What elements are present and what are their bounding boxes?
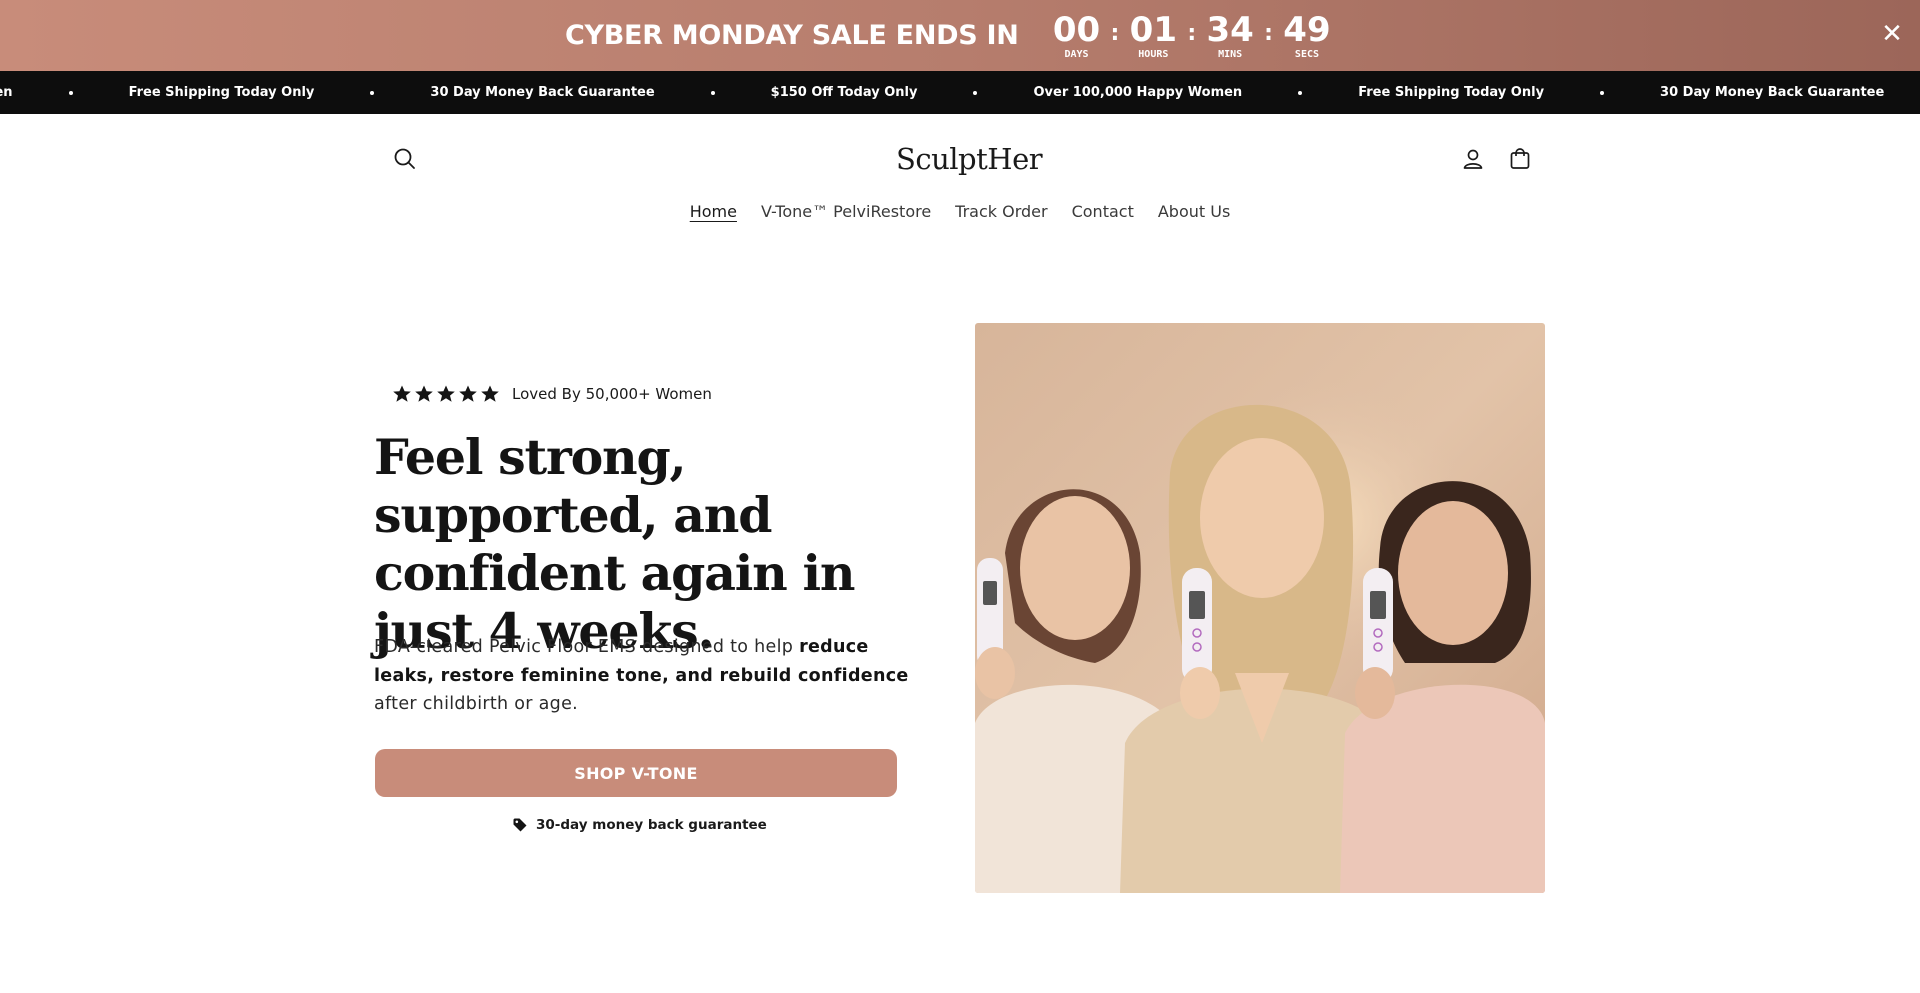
search-icon bbox=[394, 148, 415, 169]
close-icon: ✕ bbox=[1881, 19, 1903, 49]
sale-headline: CYBER MONDAY SALE ENDS IN bbox=[565, 20, 1019, 51]
timer-hours-value: 01 bbox=[1129, 10, 1177, 50]
hero-headline: Feel strong, supported, and confident ag… bbox=[374, 428, 855, 660]
star-icon bbox=[481, 385, 499, 402]
ticker-dot bbox=[68, 90, 73, 95]
timer-separator: : bbox=[1264, 21, 1273, 46]
close-announcement-button[interactable]: ✕ bbox=[1878, 20, 1906, 48]
ticker-item: Free Shipping Today Only bbox=[1358, 85, 1545, 100]
guarantee-note: 30-day money back guarantee bbox=[512, 817, 767, 833]
hero-photo-illustration bbox=[975, 323, 1545, 893]
star-icon bbox=[415, 385, 433, 402]
timer-days: 00 DAYS bbox=[1049, 11, 1105, 60]
ticker-item: Over 100,000 Happy Women bbox=[1033, 85, 1243, 100]
user-icon bbox=[1463, 149, 1483, 169]
rating-text: Loved By 50,000+ Women bbox=[512, 385, 712, 403]
hero-subcopy: FDA-cleared Pelvic Floor EMS designed to… bbox=[374, 633, 914, 719]
timer-mins: 34 MINS bbox=[1202, 11, 1258, 60]
hero-image bbox=[975, 323, 1545, 893]
nav-about-us[interactable]: About Us bbox=[1146, 202, 1242, 221]
ticker-item: $150 Off Today Only bbox=[770, 85, 918, 100]
search-button[interactable] bbox=[392, 146, 418, 172]
ticker-dot bbox=[1600, 90, 1605, 95]
account-button[interactable] bbox=[1460, 146, 1486, 172]
countdown-content: CYBER MONDAY SALE ENDS IN 00 DAYS : 01 H… bbox=[565, 11, 1335, 60]
timer-separator: : bbox=[1110, 21, 1120, 46]
timer-mins-label: MINS bbox=[1218, 49, 1243, 60]
tag-icon bbox=[513, 818, 527, 832]
site-logo[interactable]: SculptHer bbox=[896, 142, 1043, 178]
rating-row: Loved By 50,000+ Women bbox=[392, 384, 712, 404]
ticker-item: 30 Day Money Back Guarantee bbox=[1660, 85, 1885, 100]
timer-secs-value: 49 bbox=[1283, 10, 1331, 50]
nav-contact[interactable]: Contact bbox=[1060, 202, 1146, 221]
ticker-track: omen Free Shipping Today Only 30 Day Mon… bbox=[0, 71, 1920, 114]
timer-mins-value: 34 bbox=[1206, 10, 1254, 50]
nav-v-tone[interactable]: V-Tone™ PelviRestore bbox=[749, 202, 943, 221]
star-icon bbox=[437, 385, 455, 402]
ticker-item: Free Shipping Today Only bbox=[128, 85, 315, 100]
timer-secs-label: SECS bbox=[1294, 49, 1320, 60]
ticker-dot bbox=[710, 90, 715, 95]
ticker-item: omen bbox=[0, 85, 13, 100]
guarantee-text: 30-day money back guarantee bbox=[536, 817, 767, 833]
ticker-dot bbox=[973, 90, 978, 95]
nav-home[interactable]: Home bbox=[678, 202, 749, 221]
timer-hours-label: HOURS bbox=[1138, 49, 1169, 60]
timer-secs: 49 SECS bbox=[1279, 11, 1335, 60]
subcopy-outro: after childbirth or age. bbox=[374, 694, 579, 714]
timer-hours: 01 HOURS bbox=[1125, 11, 1181, 60]
countdown-announcement-bar: CYBER MONDAY SALE ENDS IN 00 DAYS : 01 H… bbox=[0, 0, 1920, 71]
nav-track-order[interactable]: Track Order bbox=[943, 202, 1059, 221]
ticker-dot bbox=[370, 90, 375, 95]
star-icon bbox=[393, 385, 411, 402]
main-nav: Home V-Tone™ PelviRestore Track Order Co… bbox=[0, 202, 1920, 221]
cart-button[interactable] bbox=[1507, 146, 1533, 172]
countdown-timer: 00 DAYS : 01 HOURS : 34 MINS : 49 SECS bbox=[1049, 11, 1335, 60]
star-icon bbox=[459, 385, 477, 402]
announcement-ticker: omen Free Shipping Today Only 30 Day Mon… bbox=[0, 71, 1920, 114]
subcopy-intro: FDA-cleared Pelvic Floor EMS designed to… bbox=[374, 637, 800, 657]
star-rating bbox=[392, 384, 500, 404]
ticker-dot bbox=[1298, 90, 1303, 95]
site-header: SculptHer Home V-Tone™ PelviRestore Trac… bbox=[0, 114, 1920, 244]
cart-icon bbox=[1510, 148, 1530, 169]
timer-days-label: DAYS bbox=[1064, 49, 1089, 60]
timer-days-value: 00 bbox=[1052, 10, 1101, 50]
shop-v-tone-button[interactable]: SHOP V-TONE bbox=[375, 749, 897, 797]
ticker-item: 30 Day Money Back Guarantee bbox=[430, 85, 655, 100]
timer-separator: : bbox=[1187, 21, 1197, 46]
